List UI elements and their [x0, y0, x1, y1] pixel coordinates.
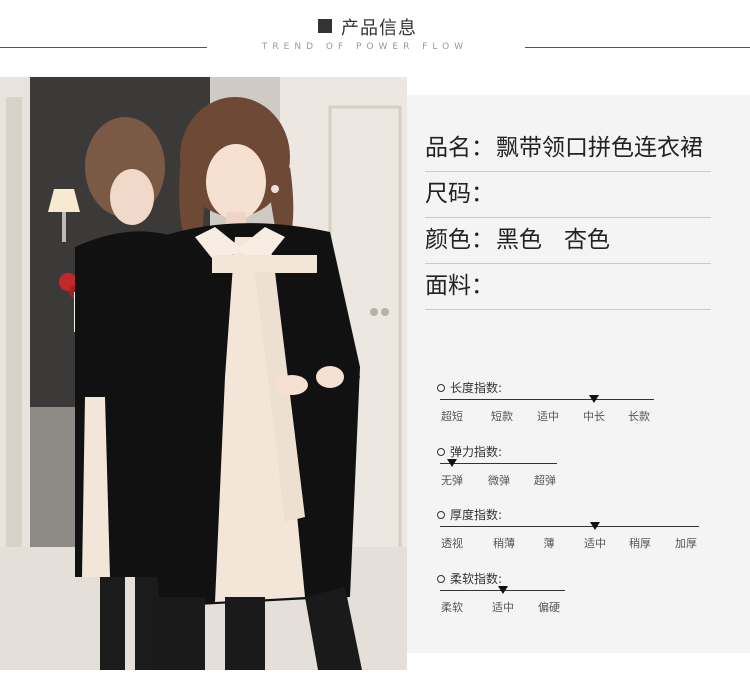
length-index-title: 长度指数: — [437, 379, 502, 396]
softness-option: 柔软 — [441, 601, 463, 614]
length-option: 长款 — [628, 410, 650, 423]
elasticity-index-title: 弹力指数: — [437, 443, 502, 460]
circle-bullet-icon — [437, 574, 445, 583]
elasticity-option: 微弹 — [488, 474, 510, 487]
length-option: 适中 — [537, 410, 559, 423]
length-index-marker — [589, 395, 599, 403]
length-index-track — [440, 399, 654, 400]
product-info-panel: 品名：飘带领口拼色连衣裙 尺码： 颜色：黑色 杏色 面料： 长度指数: 超短 短款… — [407, 95, 750, 653]
thickness-index-title: 厚度指数: — [437, 506, 502, 523]
circle-bullet-icon — [437, 447, 445, 456]
length-option: 超短 — [441, 410, 463, 423]
thickness-index-marker — [590, 522, 600, 530]
color-label: 颜色： — [425, 227, 494, 253]
size-label: 尺码： — [425, 181, 494, 207]
thickness-option: 稍厚 — [629, 537, 651, 550]
product-photo — [0, 77, 407, 670]
product-name-row: 品名：飘带领口拼色连衣裙 — [425, 125, 711, 172]
length-option: 中长 — [583, 410, 605, 423]
color-option-black: 黑色 — [496, 227, 542, 253]
fabric-label: 面料： — [425, 273, 494, 299]
thickness-option: 加厚 — [675, 537, 697, 550]
length-option: 短款 — [491, 410, 513, 423]
elasticity-index-marker — [447, 459, 457, 467]
product-name-value: 飘带领口拼色连衣裙 — [496, 135, 703, 161]
circle-bullet-icon — [437, 510, 445, 519]
softness-index-title: 柔软指数: — [437, 570, 502, 587]
elasticity-index-track — [440, 463, 557, 464]
product-name-label: 品名： — [425, 135, 494, 161]
header-square-icon — [318, 19, 332, 33]
section-subtitle: TREND OF POWER FLOW — [261, 42, 469, 52]
softness-index-label: 柔软指数: — [450, 572, 503, 586]
thickness-option: 透视 — [441, 537, 463, 550]
elasticity-index-label: 弹力指数: — [450, 445, 503, 459]
size-row: 尺码： — [425, 171, 711, 218]
softness-option: 偏硬 — [538, 601, 560, 614]
color-row: 颜色：黑色 杏色 — [425, 217, 711, 264]
elasticity-option: 无弹 — [441, 474, 463, 487]
softness-index-marker — [498, 586, 508, 594]
thickness-index-label: 厚度指数: — [450, 508, 503, 522]
softness-option: 适中 — [492, 601, 514, 614]
elasticity-option: 超弹 — [534, 474, 556, 487]
length-index-label: 长度指数: — [450, 381, 503, 395]
thickness-option: 适中 — [584, 537, 606, 550]
thickness-option: 薄 — [543, 537, 555, 550]
circle-bullet-icon — [437, 383, 445, 392]
header-divider-right — [525, 47, 750, 48]
header-divider-left — [0, 47, 207, 48]
color-option-apricot: 杏色 — [564, 227, 610, 253]
thickness-option: 稍薄 — [493, 537, 515, 550]
section-header: 产品信息 TREND OF POWER FLOW — [0, 0, 750, 70]
model-illustration — [0, 77, 407, 670]
thickness-index-track — [440, 526, 699, 527]
fabric-row: 面料： — [425, 263, 711, 310]
section-title: 产品信息 — [341, 18, 417, 39]
